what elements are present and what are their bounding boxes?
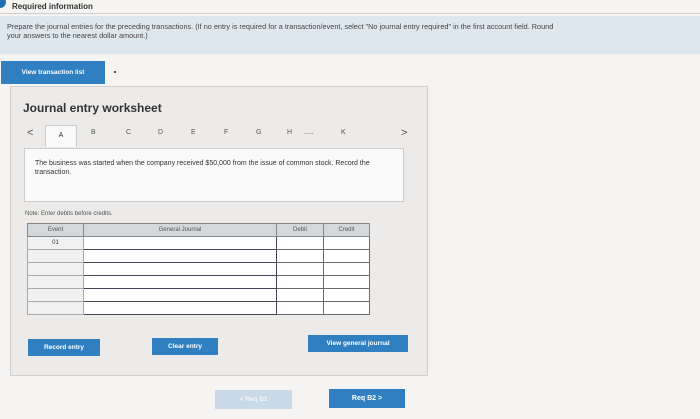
event-column-header: Event <box>27 223 84 237</box>
journal-entry-table: Event General Journal Debit Credit 01 <box>27 223 370 315</box>
tab-f[interactable]: F <box>224 129 228 136</box>
tab-b[interactable]: B <box>91 129 96 136</box>
tab-h[interactable]: H <box>287 129 292 136</box>
event-cell: 01 <box>27 236 84 250</box>
tab-g[interactable]: G <box>256 129 261 136</box>
tab-c[interactable]: C <box>126 129 131 136</box>
required-information-header: Required information <box>0 0 700 13</box>
event-cell <box>27 275 84 289</box>
debit-input[interactable] <box>276 301 324 315</box>
transaction-description-box: The business was started when the compan… <box>24 148 404 202</box>
credit-column-header: Credit <box>323 223 370 237</box>
credit-input[interactable] <box>323 275 370 289</box>
journal-entry-worksheet: Journal entry worksheet < A B C D E F G … <box>10 86 428 376</box>
event-cell <box>27 262 84 276</box>
debit-input[interactable] <box>276 288 324 302</box>
account-select[interactable] <box>83 262 277 276</box>
account-select[interactable] <box>83 301 277 315</box>
table-header-row: Event General Journal Debit Credit <box>27 223 370 237</box>
debit-input[interactable] <box>276 236 324 250</box>
event-cell <box>27 288 84 302</box>
account-select[interactable] <box>83 236 277 250</box>
transaction-description: The business was started when the compan… <box>35 160 370 176</box>
credit-input[interactable] <box>323 301 370 315</box>
clear-entry-button[interactable]: Clear entry <box>152 338 218 355</box>
account-select[interactable] <box>83 288 277 302</box>
header-title: Required information <box>12 2 93 11</box>
debit-column-header: Debit <box>276 223 324 237</box>
event-cell <box>27 301 84 315</box>
tab-prev-arrow[interactable]: < <box>27 127 33 139</box>
info-dot-icon <box>0 0 6 8</box>
req-b2-next-button[interactable]: Req B2 > <box>329 389 405 408</box>
worksheet-title: Journal entry worksheet <box>23 101 162 115</box>
credit-input[interactable] <box>323 236 370 250</box>
tab-next-arrow[interactable]: > <box>401 127 407 139</box>
dot-mark <box>114 71 116 73</box>
req-b1-prev-button[interactable]: < Req B1 <box>215 390 292 409</box>
note-text: Note: Enter debits before credits. <box>25 211 113 217</box>
instruction-panel: Prepare the journal entries for the prec… <box>0 16 700 54</box>
event-cell <box>27 249 84 263</box>
table-row <box>27 275 370 289</box>
credit-input[interactable] <box>323 249 370 263</box>
table-row <box>27 288 370 302</box>
table-row <box>27 301 370 315</box>
tab-d[interactable]: D <box>158 129 163 136</box>
tab-a[interactable]: A <box>45 125 77 147</box>
general-journal-column-header: General Journal <box>83 223 277 237</box>
tab-ellipsis: ..... <box>304 129 314 136</box>
credit-input[interactable] <box>323 262 370 276</box>
table-row <box>27 262 370 276</box>
view-general-journal-button[interactable]: View general journal <box>308 335 408 352</box>
record-entry-button[interactable]: Record entry <box>28 339 100 356</box>
credit-input[interactable] <box>323 288 370 302</box>
tab-k[interactable]: K <box>341 129 346 136</box>
instruction-text: Prepare the journal entries for the prec… <box>7 22 554 40</box>
header-divider <box>0 13 700 14</box>
debit-input[interactable] <box>276 249 324 263</box>
table-row: 01 <box>27 236 370 250</box>
debit-input[interactable] <box>276 262 324 276</box>
view-transaction-list-button[interactable]: View transaction list <box>1 61 105 84</box>
tab-e[interactable]: E <box>191 129 196 136</box>
account-select[interactable] <box>83 275 277 289</box>
table-row <box>27 249 370 263</box>
debit-input[interactable] <box>276 275 324 289</box>
account-select[interactable] <box>83 249 277 263</box>
